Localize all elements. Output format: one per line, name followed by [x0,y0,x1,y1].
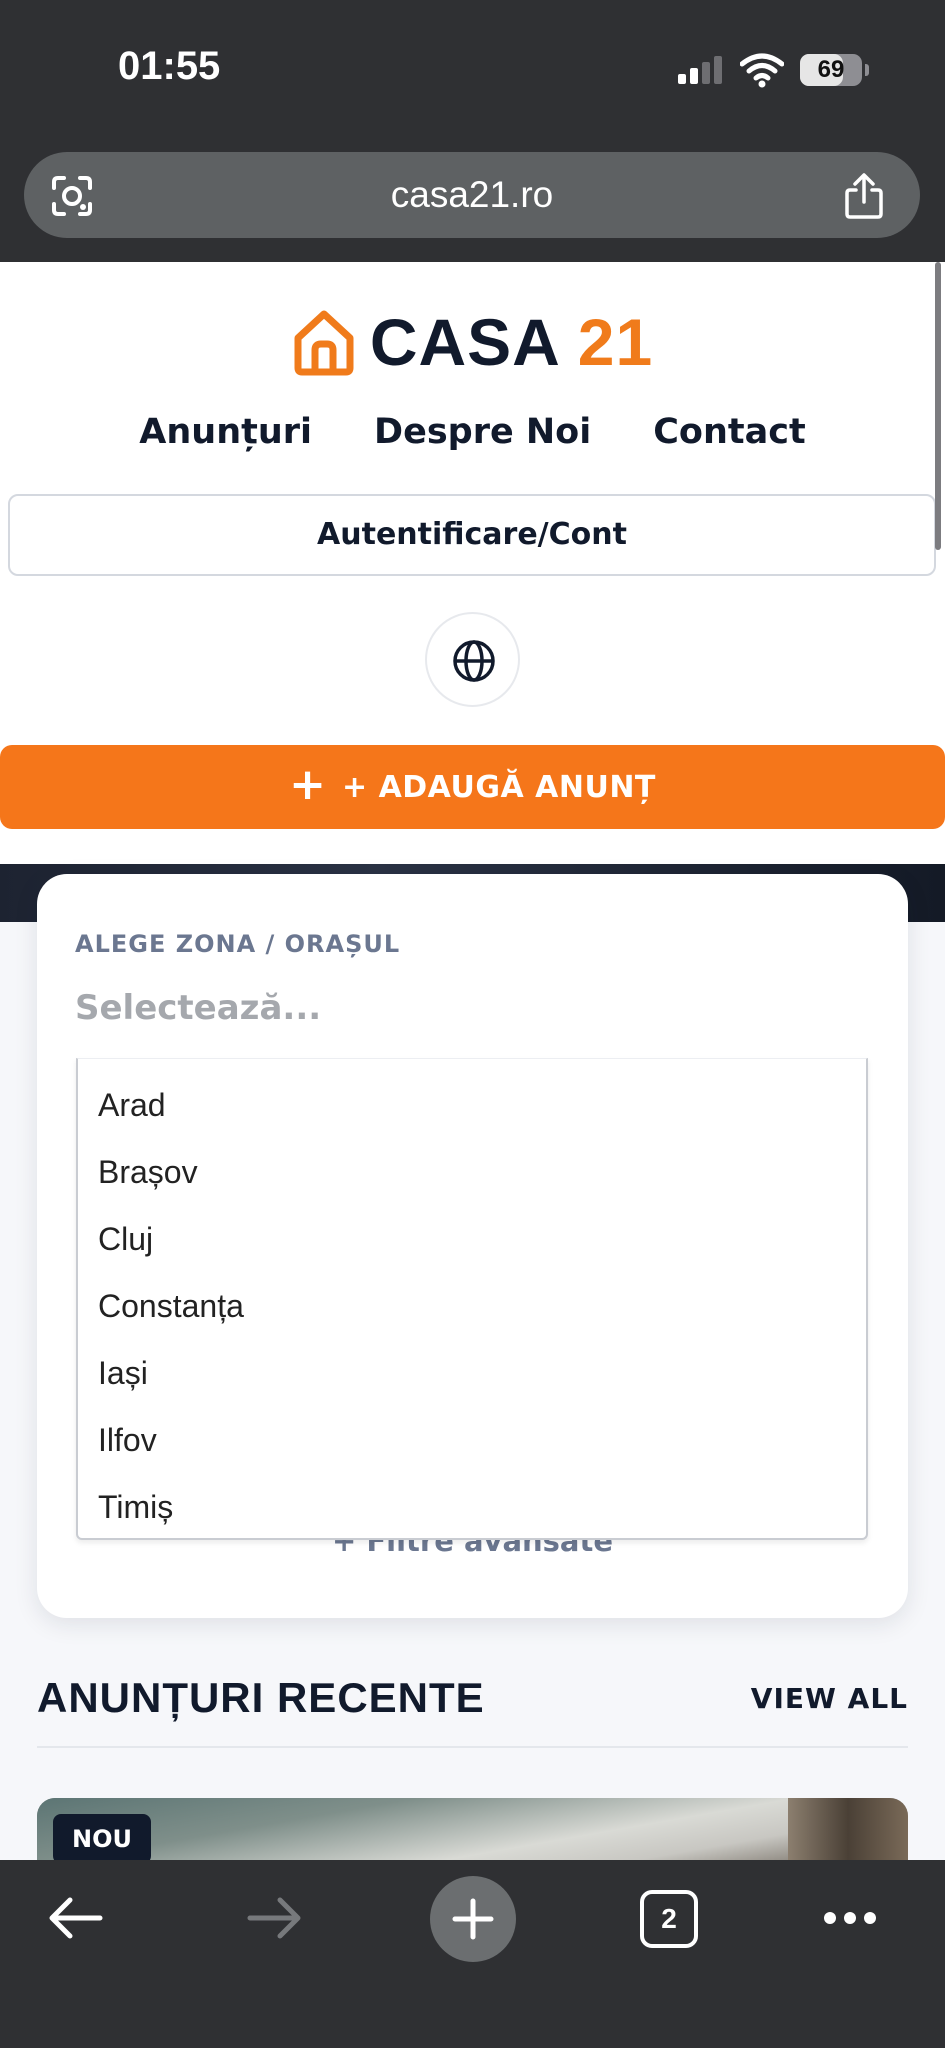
zone-option-arad[interactable]: Arad [78,1072,866,1139]
battery-percent: 69 [817,56,845,83]
address-bar[interactable]: casa21.ro [24,152,920,238]
forward-arrow-icon[interactable] [242,1890,306,1946]
zone-dropdown[interactable]: Arad Brașov Cluj Constanța Iași Ilfov Ti… [76,1058,868,1540]
zone-option-timis[interactable]: Timiș [78,1474,866,1541]
zone-option-brasov[interactable]: Brașov [78,1139,866,1206]
language-button[interactable] [425,612,520,707]
add-listing-label: + ADAUGĂ ANUNȚ [341,769,656,805]
nav-despre-noi[interactable]: Despre Noi [374,412,591,452]
zone-option-cluj[interactable]: Cluj [78,1206,866,1273]
house-logo-icon [294,310,354,376]
scrollbar[interactable] [935,262,941,550]
zone-select[interactable]: Selectează... [75,988,321,1028]
listing-photo-curtain [788,1798,908,1860]
logo-word: CASA [369,305,559,379]
browser-chrome-top: casa21.ro [0,140,945,262]
zone-option-iasi[interactable]: Iași [78,1340,866,1407]
wifi-icon [740,53,784,88]
listing-card[interactable]: NOU [37,1798,908,1860]
more-icon[interactable] [822,1910,878,1926]
back-arrow-icon[interactable] [44,1890,108,1946]
listing-photo [37,1798,908,1860]
main-nav: Anunțuri Despre Noi Contact [0,412,945,452]
add-listing-button[interactable]: + + ADAUGĂ ANUNȚ [0,745,945,829]
new-badge: NOU [53,1814,151,1860]
browser-toolbar: 2 [0,1860,945,2048]
logo-text: CASA 21 [370,304,653,380]
login-account-button[interactable]: Autentificare/Cont [8,494,936,576]
divider [37,1746,908,1748]
search-card: ALEGE ZONA / ORAȘUL Selectează... Arad B… [37,874,908,1618]
status-time: 01:55 [118,44,221,88]
view-all-link[interactable]: VIEW ALL [751,1682,908,1715]
tabs-button[interactable]: 2 [640,1890,698,1948]
recent-listings-title: ANUNȚURI RECENTE [37,1674,485,1721]
status-bar: 01:55 69 [0,0,945,140]
nav-contact[interactable]: Contact [653,412,805,452]
new-tab-button[interactable] [430,1876,516,1962]
zone-option-constanta[interactable]: Constanța [78,1273,866,1340]
plus-icon: + [289,759,326,810]
zone-option-ilfov[interactable]: Ilfov [78,1407,866,1474]
globe-icon [453,640,495,682]
cellular-signal-icon [678,56,722,84]
battery-cap [865,64,869,76]
logo-number: 21 [577,305,654,379]
url-text[interactable]: casa21.ro [24,152,920,238]
zone-label: ALEGE ZONA / ORAȘUL [75,930,401,958]
plus-icon [452,1898,494,1940]
share-icon[interactable] [842,172,886,220]
site-logo[interactable]: CASA 21 [0,304,945,384]
web-page: CASA 21 Anunțuri Despre Noi Contact Aute… [0,262,945,1860]
battery-indicator: 69 [800,54,869,86]
nav-anunturi[interactable]: Anunțuri [139,412,312,452]
